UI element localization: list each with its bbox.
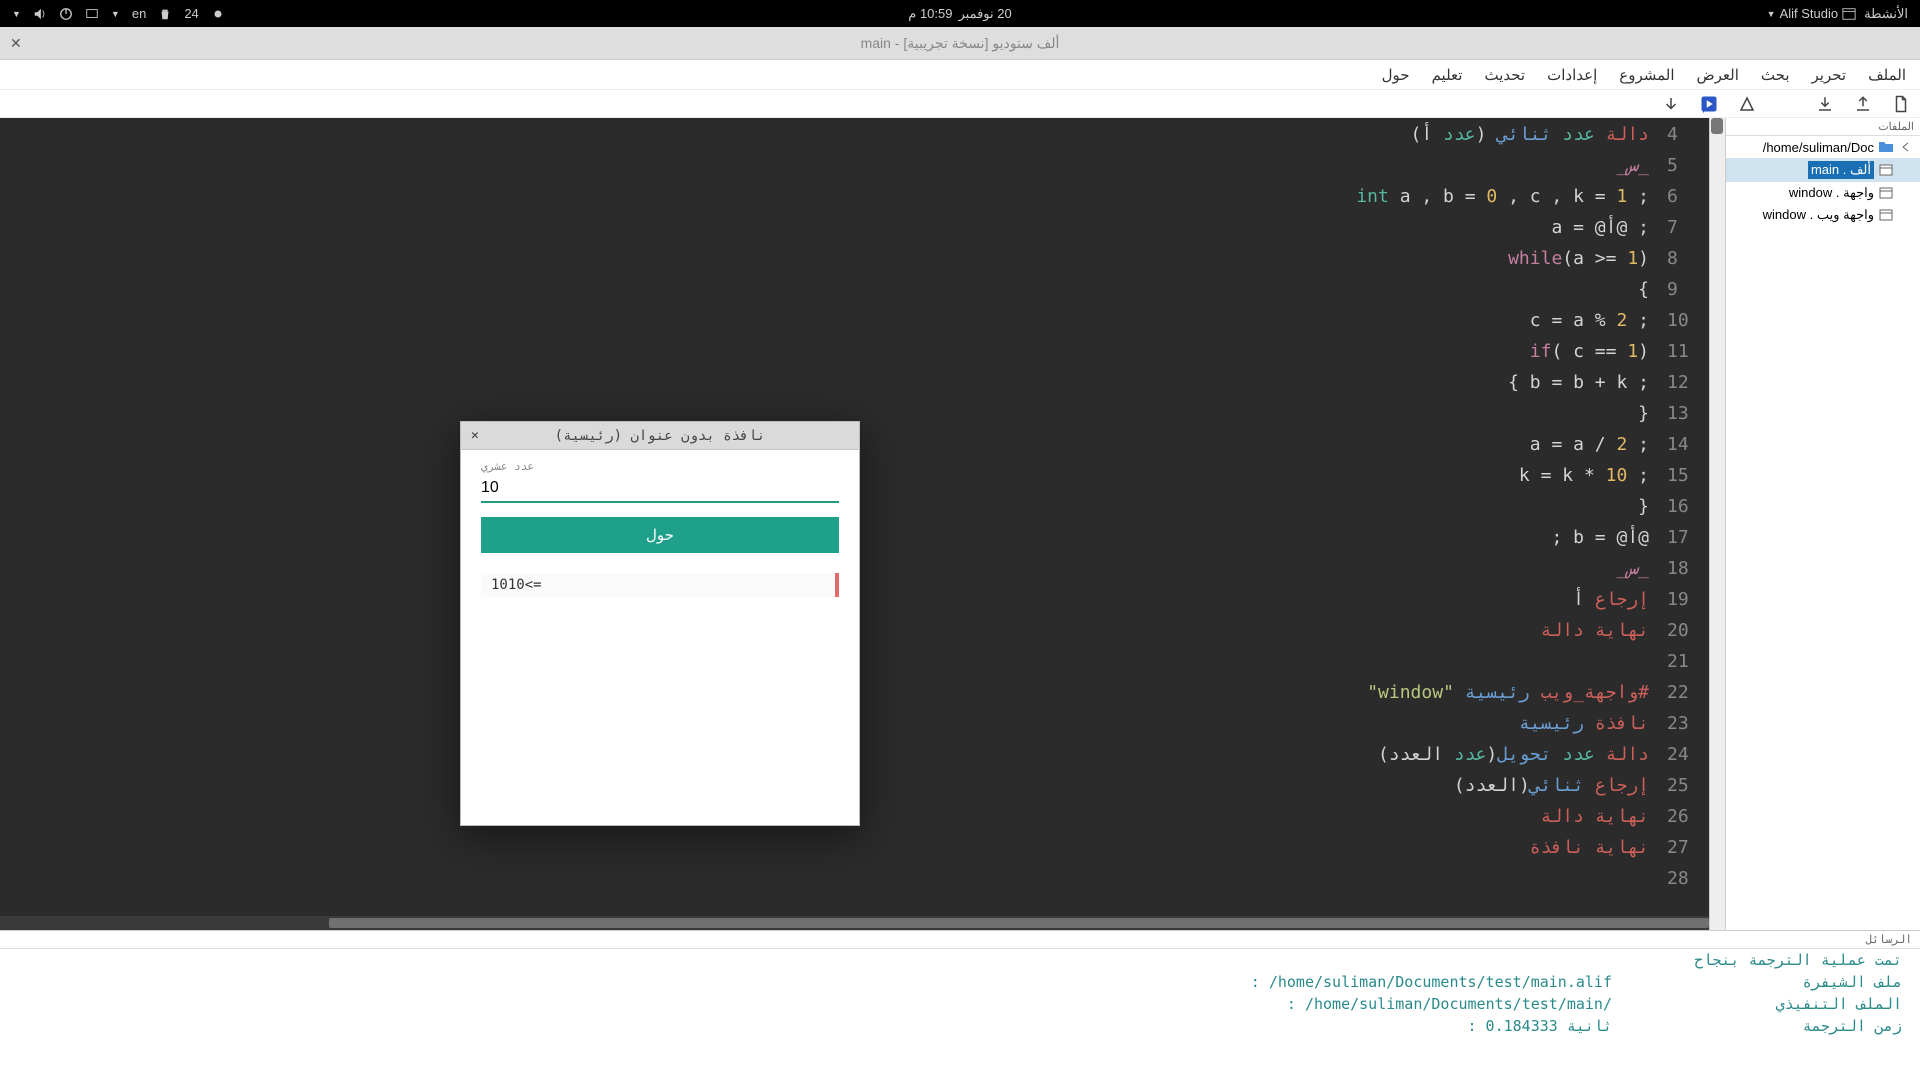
dialog-titlebar: ✕ (رئيسية) نافذة بدون عنوان [461,422,859,450]
menu-file[interactable]: الملف [1868,66,1906,84]
decimal-input[interactable] [481,473,839,503]
menu-update[interactable]: تحديث [1484,66,1525,84]
messages-header: الرسائل [0,931,1920,949]
file-tree-item[interactable]: واجهة ويب . window [1726,204,1920,226]
run-icon[interactable] [1700,95,1718,113]
window-file-icon [1878,185,1894,201]
file-tree: الملفات /home/suliman/Doc ألف . mainواجه… [1725,118,1920,930]
editor-h-scrollbar[interactable] [0,916,1709,930]
download-icon[interactable] [1816,95,1834,113]
build-icon[interactable] [1738,95,1756,113]
close-icon[interactable]: ✕ [10,35,22,52]
menu-bar: الملف تحرير بحث العرض المشروع إعدادات تح… [0,60,1920,90]
menu-about[interactable]: حول [1382,66,1410,84]
chevron-right-icon [1898,139,1914,155]
file-tree-item[interactable]: واجهة . window [1726,182,1920,204]
folder-icon [1878,139,1894,155]
sidebar-scrollbar[interactable] [1709,118,1725,930]
menu-learn[interactable]: تعليم [1432,66,1463,84]
window-title: ألف ستوديو [نسخة تجريبية] - main [861,35,1060,52]
screen-icon[interactable] [85,7,99,21]
arrow-down-icon[interactable] [1662,95,1680,113]
window-titlebar: ✕ ألف ستوديو [نسخة تجريبية] - main [0,27,1920,60]
menu-project[interactable]: المشروع [1619,66,1674,84]
system-bar: الأنشطة Alif Studio ▼ 20 نوفمبر 10:59 م … [0,0,1920,27]
volume-icon[interactable] [33,7,47,21]
message-row: الملف التنفيذي: /home/suliman/Documents/… [0,993,1920,1015]
clock[interactable]: 20 نوفمبر 10:59 م [908,6,1011,22]
app-window-icon [1842,7,1856,21]
message-row: ملف الشيفرة: /home/suliman/Documents/tes… [0,971,1920,993]
upload-icon[interactable] [1854,95,1872,113]
power-icon[interactable] [59,7,73,21]
current-app-indicator[interactable]: Alif Studio ▼ [1767,6,1856,21]
chevron-down-icon: ▼ [12,9,21,19]
chevron-down-icon: ▼ [111,9,120,19]
message-row: زمن الترجمة: 0.184333 ثانية [0,1015,1920,1037]
menu-view[interactable]: العرض [1697,66,1739,84]
close-icon[interactable]: ✕ [471,428,479,443]
line-gutter: 4567891011121314151617181920212223242526… [1649,118,1709,899]
menu-search[interactable]: بحث [1761,66,1790,84]
dialog-title: (رئيسية) نافذة بدون عنوان [555,428,766,444]
file-tree-item[interactable]: ألف . main [1726,158,1920,182]
trash-icon[interactable] [158,7,172,21]
app-dialog: ✕ (رئيسية) نافذة بدون عنوان عدد عشري حول… [460,421,860,826]
weather-icon [211,7,225,21]
workspace: الملفات /home/suliman/Doc ألف . mainواجه… [0,118,1920,930]
code-editor[interactable]: 4567891011121314151617181920212223242526… [0,118,1709,930]
activities-label[interactable]: الأنشطة [1864,6,1908,22]
chevron-down-icon: ▼ [1767,9,1776,19]
result-output: 1010<= [481,573,839,597]
message-row: تمت عملية الترجمة بنجاح [0,949,1920,971]
new-file-icon[interactable] [1892,95,1910,113]
input-label: عدد عشري [481,460,839,473]
messages-panel: الرسائل تمت عملية الترجمة بنجاحملف الشيف… [0,930,1920,1080]
window-file-icon [1878,207,1894,223]
file-tree-header: الملفات [1726,118,1920,136]
menu-settings[interactable]: إعدادات [1547,66,1597,84]
toolbar [0,90,1920,118]
window-file-icon [1878,162,1894,178]
keyboard-lang[interactable]: en [132,6,146,21]
temperature[interactable]: 24 [184,6,198,21]
file-tree-root[interactable]: /home/suliman/Doc [1726,136,1920,158]
convert-button[interactable]: حول [481,517,839,553]
menu-edit[interactable]: تحرير [1812,66,1847,84]
